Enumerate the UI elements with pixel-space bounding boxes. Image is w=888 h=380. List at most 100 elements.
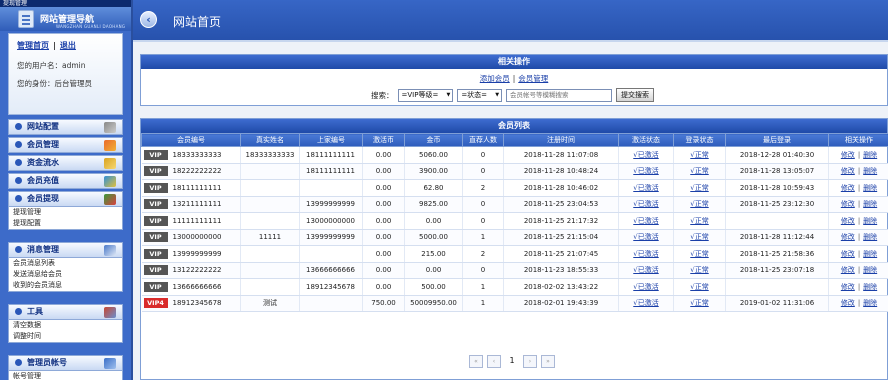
- register-time-cell: 2018-11-28 11:07:08: [503, 146, 619, 164]
- login-status-link[interactable]: √正常: [690, 250, 708, 258]
- delete-link[interactable]: 删除: [863, 250, 877, 258]
- login-status-link[interactable]: √正常: [690, 266, 708, 274]
- delete-link[interactable]: 删除: [863, 200, 877, 208]
- menu-messages[interactable]: 消息管理: [8, 242, 123, 258]
- submenu-item-message-list[interactable]: 会员消息列表: [9, 258, 122, 269]
- login-status-cell: √正常: [673, 163, 726, 180]
- login-status-link[interactable]: √正常: [690, 233, 708, 241]
- menu-recharge[interactable]: 会员充值: [8, 173, 123, 189]
- wrench-icon: [104, 122, 116, 133]
- action-separator: |: [857, 183, 861, 192]
- menu-withdraw[interactable]: 会员提现: [8, 191, 123, 207]
- activation-status-link[interactable]: √已激活: [633, 266, 658, 274]
- submenu-item-withdraw-config[interactable]: 提现配置: [9, 218, 122, 229]
- back-arrow-icon[interactable]: ‹: [140, 11, 157, 28]
- operations-panel: 相关操作 添加会员|会员管理 搜索： =VIP等级= =状态= 提交搜索: [140, 54, 888, 106]
- activation-status-link[interactable]: √已激活: [633, 250, 658, 258]
- submenu-item-clear-data[interactable]: 清空数据: [9, 320, 122, 331]
- delete-link[interactable]: 删除: [863, 233, 877, 241]
- delete-link[interactable]: 删除: [863, 184, 877, 192]
- prev-page-button[interactable]: ‹: [487, 355, 501, 368]
- referral-count-cell: 2: [462, 245, 504, 263]
- vip-level-select[interactable]: =VIP等级=: [397, 88, 454, 102]
- edit-link[interactable]: 修改: [841, 283, 855, 291]
- gold-cell: 0.00: [404, 262, 463, 279]
- menu-label: 工具: [27, 307, 43, 316]
- edit-link[interactable]: 修改: [841, 250, 855, 258]
- first-page-button[interactable]: «: [469, 355, 483, 368]
- referral-count-cell: 0: [462, 262, 504, 279]
- menu-site-config[interactable]: 网站配置: [8, 119, 123, 135]
- delete-link[interactable]: 删除: [863, 266, 877, 274]
- edit-link[interactable]: 修改: [841, 167, 855, 175]
- delete-link[interactable]: 删除: [863, 217, 877, 225]
- gold-cell: 62.80: [404, 179, 463, 197]
- activation-status-link[interactable]: √已激活: [633, 299, 658, 307]
- member-id-cell: VIP4 18912345678: [141, 295, 241, 312]
- last-login-cell: 2018-11-25 23:12:30: [725, 196, 829, 213]
- action-separator: |: [857, 266, 861, 275]
- recharge-icon: [104, 176, 116, 187]
- delete-link[interactable]: 删除: [863, 151, 877, 159]
- submenu-item-received-messages[interactable]: 收到的会员消息: [9, 280, 122, 291]
- login-status-link[interactable]: √正常: [690, 151, 708, 159]
- parent-id-cell: 13999999999: [299, 229, 363, 246]
- login-status-cell: √正常: [673, 245, 726, 263]
- next-page-button[interactable]: ›: [523, 355, 537, 368]
- activation-status-link[interactable]: √已激活: [633, 200, 658, 208]
- delete-link[interactable]: 删除: [863, 299, 877, 307]
- actions-cell: 修改 | 删除: [828, 212, 888, 230]
- submenu-item-withdraw-manage[interactable]: 提现管理: [9, 207, 122, 218]
- menu-fund-flow[interactable]: 资金流水: [8, 155, 123, 171]
- member-id: 13999999999: [172, 249, 222, 258]
- search-input[interactable]: [506, 88, 613, 102]
- table-header-row: 会员编号 真实姓名 上家编号 激活币 金币 直荐人数 注册时间 激活状态 登录状态 最后登录 相关操…: [141, 133, 888, 147]
- edit-link[interactable]: 修改: [841, 184, 855, 192]
- gold-cell: 0.00: [404, 212, 463, 230]
- actions-cell: 修改 | 删除: [828, 262, 888, 279]
- logout-link[interactable]: 退出: [60, 41, 76, 50]
- table-row: VIP4 18912345678 测试 750.00 50009950.00 1 2018-…: [141, 295, 888, 312]
- menu-tools[interactable]: 工具: [8, 304, 123, 320]
- last-page-button[interactable]: »: [541, 355, 555, 368]
- login-status-cell: √正常: [673, 229, 726, 246]
- login-status-link[interactable]: √正常: [690, 184, 708, 192]
- login-status-link[interactable]: √正常: [690, 167, 708, 175]
- activation-status-link[interactable]: √已激活: [633, 184, 658, 192]
- delete-link[interactable]: 删除: [863, 167, 877, 175]
- menu-admin-accounts[interactable]: 管理员帐号: [8, 355, 123, 371]
- edit-link[interactable]: 修改: [841, 200, 855, 208]
- activation-status-link[interactable]: √已激活: [633, 167, 658, 175]
- login-status-link[interactable]: √正常: [690, 299, 708, 307]
- edit-link[interactable]: 修改: [841, 233, 855, 241]
- activation-status-link[interactable]: √已激活: [633, 233, 658, 241]
- submenu-item-account-manage[interactable]: 帐号管理: [9, 371, 122, 380]
- referral-count-cell: 1: [462, 278, 504, 296]
- edit-link[interactable]: 修改: [841, 151, 855, 159]
- real-name-cell: [240, 163, 300, 180]
- submenu-item-adjust-time[interactable]: 调整时间: [9, 331, 122, 342]
- menu-label: 资金流水: [27, 158, 59, 167]
- referral-count-cell: 0: [462, 196, 504, 213]
- column-header: 相关操作: [828, 133, 888, 147]
- login-status-link[interactable]: √正常: [690, 217, 708, 225]
- edit-link[interactable]: 修改: [841, 299, 855, 307]
- edit-link[interactable]: 修改: [841, 266, 855, 274]
- edit-link[interactable]: 修改: [841, 217, 855, 225]
- add-member-link[interactable]: 添加会员: [480, 74, 510, 83]
- menu-members[interactable]: 会员管理: [8, 137, 123, 153]
- member-management-link[interactable]: 会员管理: [518, 74, 548, 83]
- member-id: 18222222222: [172, 167, 222, 176]
- login-status-link[interactable]: √正常: [690, 200, 708, 208]
- submenu-item-send-message[interactable]: 发送消息给会员: [9, 269, 122, 280]
- login-status-link[interactable]: √正常: [690, 283, 708, 291]
- activation-status-link[interactable]: √已激活: [633, 283, 658, 291]
- delete-link[interactable]: 删除: [863, 283, 877, 291]
- book-icon: [18, 10, 34, 28]
- activation-status-link[interactable]: √已激活: [633, 151, 658, 159]
- menu-label: 网站配置: [27, 122, 59, 131]
- activation-status-link[interactable]: √已激活: [633, 217, 658, 225]
- search-button[interactable]: 提交搜索: [616, 88, 655, 102]
- admin-home-link[interactable]: 管理首页: [17, 41, 49, 50]
- status-select[interactable]: =状态=: [457, 88, 503, 102]
